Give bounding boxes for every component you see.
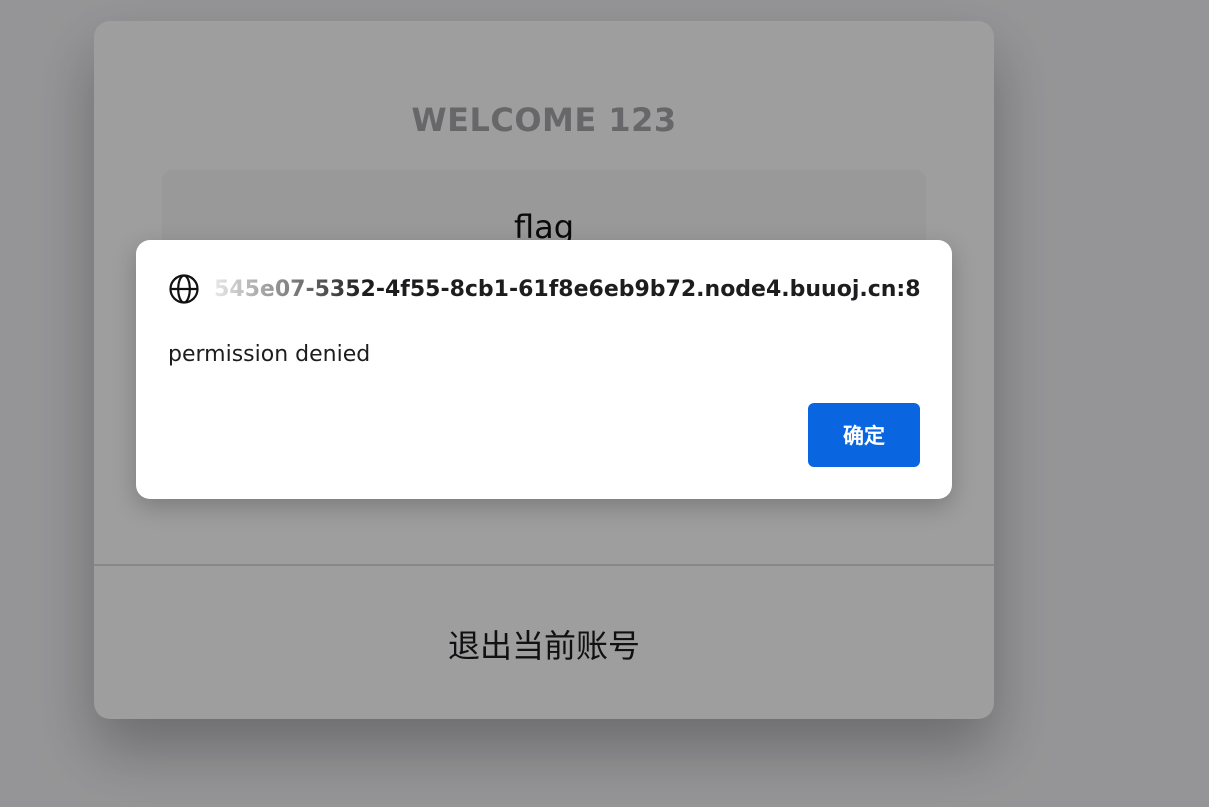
dialog-origin: 545e07-5352-4f55-8cb1-61f8e6eb9b72.node4… bbox=[214, 276, 920, 302]
globe-icon bbox=[169, 274, 199, 304]
alert-dialog: 545e07-5352-4f55-8cb1-61f8e6eb9b72.node4… bbox=[136, 240, 952, 499]
dialog-header: 545e07-5352-4f55-8cb1-61f8e6eb9b72.node4… bbox=[168, 272, 920, 306]
dialog-message: permission denied bbox=[168, 342, 371, 367]
ok-button[interactable]: 确定 bbox=[808, 403, 920, 467]
